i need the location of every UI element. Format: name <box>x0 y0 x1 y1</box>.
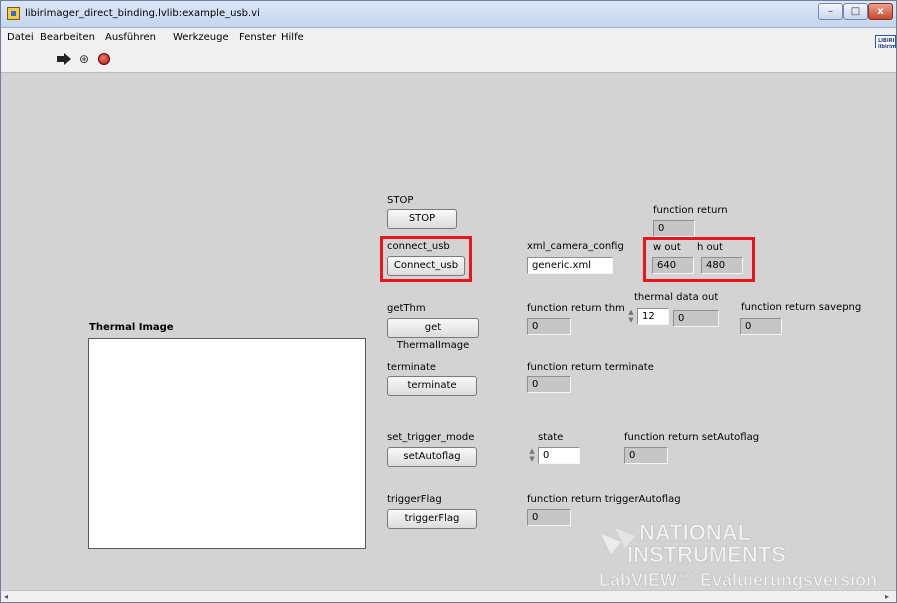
watermark-line2: INSTRUMENTS <box>627 542 786 567</box>
thermal-data-out-element: 0 <box>673 310 719 327</box>
w-out-label: w out <box>653 242 681 253</box>
thermal-data-index-stepper[interactable]: ▲ ▼ <box>626 308 636 325</box>
xml-camera-config-label: xml_camera_config <box>527 241 624 252</box>
get-thermal-image-button[interactable]: get ThermalImage <box>387 318 479 351</box>
thermal-data-out-label: thermal data out <box>634 292 719 303</box>
run-continuously-icon[interactable]: ⊛ <box>77 52 91 66</box>
horizontal-scrollbar[interactable]: ◂ ▸ <box>1 590 896 602</box>
thermal-image-display <box>88 338 366 549</box>
state-label: state <box>538 432 564 443</box>
watermark-line3: LabVIEW™ Evaluierungsversion <box>599 570 877 590</box>
triggerflag-button[interactable]: triggerFlag <box>387 509 477 529</box>
function-return-setautoflag-label: function return setAutoflag <box>624 432 760 443</box>
menu-ausfuehren[interactable]: Ausführen <box>105 32 156 43</box>
h-out-label: h out <box>697 242 723 253</box>
getthm-label: getThm <box>387 303 426 314</box>
abort-stop-icon[interactable] <box>98 53 110 65</box>
function-return-label: function return <box>653 205 728 216</box>
close-button[interactable]: x <box>868 3 893 20</box>
labview-window: libirimager_direct_binding.lvlib:example… <box>0 0 897 603</box>
set-autoflag-button[interactable]: setAutoflag <box>387 447 477 467</box>
menu-datei[interactable]: Datei <box>7 32 34 43</box>
title-bar[interactable]: libirimager_direct_binding.lvlib:example… <box>1 1 896 28</box>
scroll-left-arrow-icon[interactable]: ◂ <box>4 592 8 601</box>
connect-usb-label: connect_usb <box>387 241 450 252</box>
minimize-button[interactable]: – <box>818 3 843 20</box>
labview-app-icon <box>7 7 20 20</box>
w-out-indicator: 640 <box>652 257 694 274</box>
state-stepper[interactable]: ▲ ▼ <box>527 447 537 464</box>
thermal-data-index-input[interactable]: 12 <box>637 308 669 325</box>
function-return-savepng-label: function return savepng <box>741 302 862 313</box>
run-arrow-icon[interactable] <box>57 53 71 65</box>
h-out-indicator: 480 <box>701 257 743 274</box>
function-return-terminate-indicator: 0 <box>527 376 571 393</box>
scroll-right-arrow-icon[interactable]: ▸ <box>885 592 889 601</box>
menu-werkzeuge[interactable]: Werkzeuge <box>173 32 229 43</box>
connect-usb-button[interactable]: Connect_usb <box>387 256 465 276</box>
window-title: libirimager_direct_binding.lvlib:example… <box>25 8 260 19</box>
function-return-triggerautoflag-indicator: 0 <box>527 509 571 526</box>
stop-button[interactable]: STOP <box>387 209 457 229</box>
menu-bar: Datei Bearbeiten Ausführen Werkzeuge Fen… <box>1 28 896 48</box>
function-return-terminate-label: function return terminate <box>527 362 654 373</box>
stop-label: STOP <box>387 195 414 206</box>
xml-camera-config-input[interactable]: generic.xml <box>527 257 613 274</box>
thermal-image-label: Thermal Image <box>89 322 174 333</box>
maximize-button[interactable]: □ <box>843 3 868 20</box>
set-trigger-mode-label: set_trigger_mode <box>387 432 475 443</box>
function-return-savepng-indicator: 0 <box>740 318 782 335</box>
terminate-button[interactable]: terminate <box>387 376 477 396</box>
function-return-setautoflag-indicator: 0 <box>624 447 668 464</box>
function-return-indicator: 0 <box>653 220 695 237</box>
front-panel: STOP STOP function return 0 connect_usb … <box>9 74 888 590</box>
menu-bearbeiten[interactable]: Bearbeiten <box>40 32 95 43</box>
function-return-thm-indicator: 0 <box>527 318 571 335</box>
terminate-label: terminate <box>387 362 437 373</box>
menu-hilfe[interactable]: Hilfe <box>281 32 304 43</box>
function-return-triggerautoflag-label: function return triggerAutoflag <box>527 494 681 505</box>
state-input[interactable]: 0 <box>538 447 580 464</box>
toolbar: ⊛ <box>1 48 896 73</box>
triggerflag-label: triggerFlag <box>387 494 442 505</box>
menu-fenster[interactable]: Fenster <box>239 32 276 43</box>
ni-labview-watermark: NATIONAL INSTRUMENTS LabVIEW™ Evaluierun… <box>599 520 877 591</box>
function-return-thm-label: function return thm <box>527 303 625 314</box>
